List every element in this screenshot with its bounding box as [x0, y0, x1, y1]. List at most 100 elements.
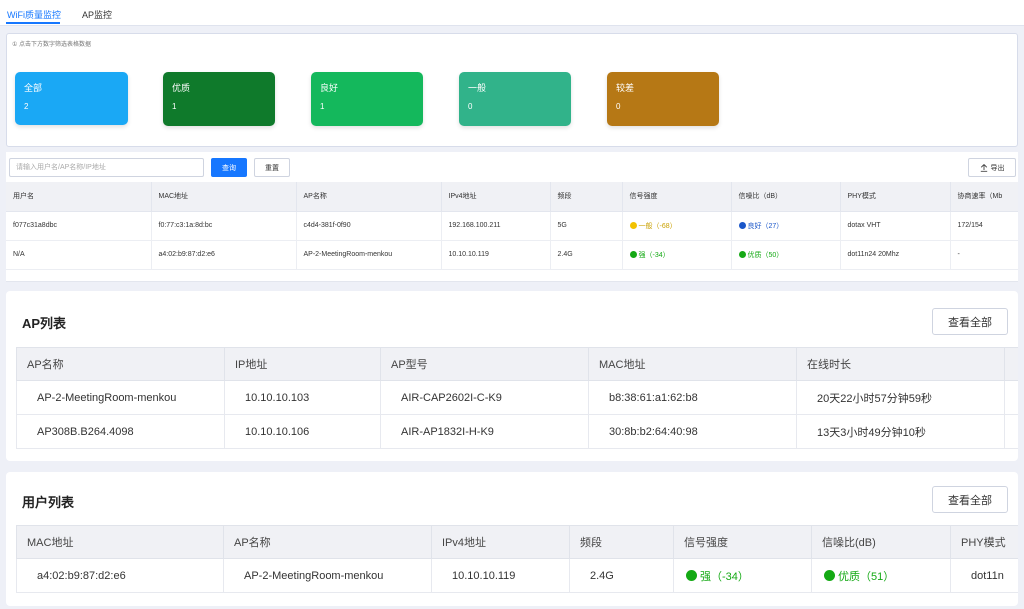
user-view-all-button[interactable]: 查看全部 [932, 486, 1008, 513]
cell-ap-link[interactable]: c4d4-381f-0f90 [296, 211, 442, 241]
column-header[interactable]: IP地址 [224, 347, 381, 381]
card-excellent-label: 优质 [172, 83, 191, 93]
cell-ap: AP-2-MeetingRoom-menkou [296, 240, 442, 270]
column-header[interactable]: 频段 [569, 525, 674, 559]
cell-mac: a4:02:b9:87:d2:e6 [151, 240, 297, 270]
signal-text: 强（-34） [638, 251, 670, 259]
card-fair-label: 一般 [468, 83, 487, 93]
column-header[interactable]: 在线时长 [796, 347, 1005, 381]
cell-ap: AP-2-MeetingRoom-menkou [223, 558, 432, 593]
column-header[interactable]: MAC地址 [16, 525, 224, 559]
column-header[interactable]: IPv4地址 [441, 182, 551, 212]
signal-text: 强（-34） [700, 570, 749, 583]
cell-user: f077c31a8dbc [6, 211, 152, 241]
cell-rate: - [950, 240, 1018, 270]
card-poor[interactable]: 较差 0 [607, 72, 719, 126]
table-row[interactable]: AP-2-MeetingRoom-menkou 10.10.10.103 AIR… [16, 380, 1018, 415]
column-header[interactable]: AP名称 [16, 347, 225, 381]
column-header-filler [1004, 347, 1018, 381]
cell-signal: 一般（-68） [622, 211, 732, 241]
cell-ap-model: AIR-AP1832I-H-K9 [380, 414, 589, 449]
cell-ipv4: 192.168.100.211 [441, 211, 551, 241]
export-button[interactable]: 导出 [968, 158, 1016, 177]
tab-wifi-quality[interactable]: WiFi质量监控 [7, 8, 61, 21]
column-header[interactable]: IPv4地址 [431, 525, 570, 559]
table-row[interactable]: N/A a4:02:b9:87:d2:e6 AP-2-MeetingRoom-m… [6, 240, 1018, 270]
card-good-label: 良好 [320, 83, 339, 93]
cell-phy: dot11n24 20Mhz [840, 240, 951, 270]
summary-hint: ① 点击下方数字筛选表格数据 [12, 42, 92, 48]
column-header[interactable]: 信号强度 [622, 182, 732, 212]
table-row[interactable]: a4:02:b9:87:d2:e6 AP-2-MeetingRoom-menko… [16, 558, 1018, 593]
card-good[interactable]: 良好 1 [311, 72, 423, 126]
column-header[interactable]: AP名称 [296, 182, 442, 212]
cell-filler [1004, 380, 1018, 415]
column-header[interactable]: 信噪比(dB) [811, 525, 951, 559]
cell-signal: 强（-34） [673, 558, 812, 593]
search-input[interactable] [9, 158, 204, 177]
ap-list-title: AP列表 [22, 316, 67, 331]
signal-status-dot-icon [629, 250, 637, 258]
card-fair-count[interactable]: 0 [468, 102, 472, 111]
cell-filler [1004, 414, 1018, 449]
column-header[interactable]: MAC地址 [588, 347, 797, 381]
cell-ap-model: AIR-CAP2602I-C-K9 [380, 380, 589, 415]
cell-ap-name: AP-2-MeetingRoom-menkou [16, 380, 225, 415]
table-row[interactable]: f077c31a8dbc f0:77:c3:1a:8d:bc c4d4-381f… [6, 211, 1018, 241]
column-header[interactable]: AP名称 [223, 525, 432, 559]
card-poor-count[interactable]: 0 [616, 102, 620, 111]
cell-user: N/A [6, 240, 152, 270]
column-header[interactable]: PHY模式 [950, 525, 1018, 559]
column-header[interactable]: PHY模式 [840, 182, 951, 212]
column-header[interactable]: AP型号 [380, 347, 589, 381]
card-fair[interactable]: 一般 0 [459, 72, 571, 126]
wifi-quality-table: 用户名 MAC地址 AP名称 IPv4地址 频段 信号强度 信噪比（dB） PH… [6, 182, 1018, 282]
column-header[interactable]: MAC地址 [151, 182, 297, 212]
card-poor-label: 较差 [616, 83, 635, 93]
cell-uptime: 20天22小时57分钟59秒 [796, 380, 1005, 415]
table-header-row: 用户名 MAC地址 AP名称 IPv4地址 频段 信号强度 信噪比（dB） PH… [6, 182, 1018, 212]
cell-ip: 10.10.10.106 [224, 414, 381, 449]
card-excellent-count[interactable]: 1 [172, 102, 176, 111]
card-all[interactable]: 全部 2 [15, 72, 128, 125]
cell-ip: 10.10.10.103 [224, 380, 381, 415]
signal-status-dot-icon [686, 569, 697, 581]
column-header[interactable]: 用户名 [6, 182, 152, 212]
query-button[interactable]: 查询 [211, 158, 247, 177]
cell-ipv4: 10.10.10.119 [431, 558, 570, 593]
signal-text: 一般（-68） [638, 222, 677, 230]
table-row[interactable]: AP308B.B264.4098 10.10.10.106 AIR-AP1832… [16, 414, 1018, 449]
reset-button[interactable]: 重置 [254, 158, 290, 177]
column-header[interactable]: 协商速率（Mb [950, 182, 1018, 212]
user-list-table: MAC地址 AP名称 IPv4地址 频段 信号强度 信噪比(dB) PHY模式 … [16, 525, 1018, 593]
snr-status-dot-icon [738, 221, 746, 229]
ap-list-panel: AP列表 查看全部 AP名称 IP地址 AP型号 MAC地址 在线时长 AP-2… [6, 291, 1018, 461]
cell-mac: f0:77:c3:1a:8d:bc [151, 211, 297, 241]
card-excellent[interactable]: 优质 1 [163, 72, 275, 126]
ap-view-all-button[interactable]: 查看全部 [932, 308, 1008, 335]
card-all-count[interactable]: 2 [24, 102, 28, 111]
snr-text: 优质（51） [838, 570, 895, 583]
cell-phy: dotax VHT [840, 211, 951, 241]
column-header[interactable]: 信号强度 [673, 525, 812, 559]
filter-toolbar: 查询 重置 导出 [6, 152, 1018, 182]
cell-snr: 优质（50） [731, 240, 841, 270]
cell-band: 2.4G [569, 558, 674, 593]
cell-mac: b8:38:61:a1:62:b8 [588, 380, 797, 415]
cell-snr: 优质（51） [811, 558, 951, 593]
snr-text: 良好（27） [747, 222, 784, 230]
user-list-panel: 用户列表 查看全部 MAC地址 AP名称 IPv4地址 频段 信号强度 信噪比(… [6, 472, 1018, 606]
column-header[interactable]: 信噪比（dB） [731, 182, 841, 212]
column-header[interactable]: 频段 [550, 182, 623, 212]
snr-status-dot-icon [824, 569, 835, 581]
cell-band: 2.4G [550, 240, 623, 270]
quality-summary-panel: ① 点击下方数字筛选表格数据 全部 2 优质 1 良好 1 一般 0 较差 0 [6, 33, 1018, 147]
card-good-count[interactable]: 1 [320, 102, 324, 111]
signal-status-dot-icon [629, 221, 637, 229]
cell-band: 5G [550, 211, 623, 241]
cell-mac: 30:8b:b2:64:40:98 [588, 414, 797, 449]
active-tab-indicator [6, 22, 60, 24]
cell-signal: 强（-34） [622, 240, 732, 270]
snr-text: 优质（50） [747, 251, 784, 259]
tab-ap-monitor[interactable]: AP监控 [82, 8, 112, 21]
